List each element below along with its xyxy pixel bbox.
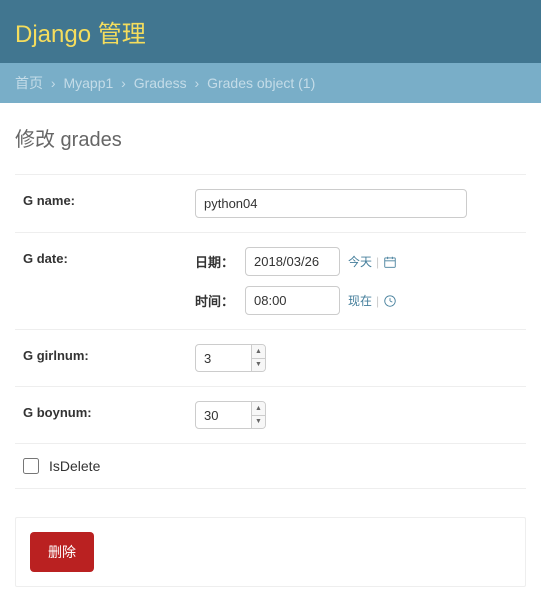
site-title: Django 管理: [15, 14, 526, 49]
label-isdelete[interactable]: IsDelete: [49, 458, 100, 474]
step-up-icon[interactable]: ▲: [252, 402, 265, 416]
step-up-icon[interactable]: ▲: [252, 345, 265, 359]
content: 修改 grades G name: G date: 日期： 今天 |: [0, 103, 541, 602]
stepper-ggirlnum: ▲ ▼: [195, 344, 266, 372]
step-down-icon[interactable]: ▼: [252, 359, 265, 372]
row-gboynum: G boynum: ▲ ▼: [15, 387, 526, 444]
breadcrumb-sep: ›: [195, 75, 200, 91]
admin-header: Django 管理: [0, 0, 541, 63]
label-gname: G name:: [23, 189, 195, 208]
row-gdate: G date: 日期： 今天 | 时间：: [15, 233, 526, 330]
label-gboynum: G boynum:: [23, 401, 195, 420]
breadcrumb-current: Grades object (1): [207, 75, 315, 91]
breadcrumb: 首页 › Myapp1 › Gradess › Grades object (1…: [0, 63, 541, 103]
input-date[interactable]: [245, 247, 340, 276]
input-time[interactable]: [245, 286, 340, 315]
label-ggirlnum: G girlnum:: [23, 344, 195, 363]
stepper-gboynum: ▲ ▼: [195, 401, 266, 429]
page-title: 修改 grades: [15, 123, 526, 152]
sublabel-date: 日期：: [195, 252, 237, 271]
label-gdate: G date:: [23, 247, 195, 266]
breadcrumb-sep: ›: [51, 75, 56, 91]
breadcrumb-app[interactable]: Myapp1: [63, 75, 113, 91]
breadcrumb-home[interactable]: 首页: [15, 75, 43, 91]
input-gboynum[interactable]: [196, 402, 251, 428]
breadcrumb-model[interactable]: Gradess: [134, 75, 187, 91]
clock-icon[interactable]: [383, 294, 397, 308]
breadcrumb-sep: ›: [121, 75, 126, 91]
input-ggirlnum[interactable]: [196, 345, 251, 371]
link-now[interactable]: 现在: [348, 292, 372, 309]
row-gname: G name:: [15, 174, 526, 233]
row-ggirlnum: G girlnum: ▲ ▼: [15, 330, 526, 387]
sublabel-time: 时间：: [195, 291, 237, 310]
calendar-icon[interactable]: [383, 255, 397, 269]
checkbox-isdelete[interactable]: [23, 458, 39, 474]
input-gname[interactable]: [195, 189, 467, 218]
link-today[interactable]: 今天: [348, 253, 372, 270]
row-isdelete: IsDelete: [15, 444, 526, 489]
step-down-icon[interactable]: ▼: [252, 416, 265, 429]
delete-button[interactable]: 删除: [30, 532, 94, 572]
delete-section: 删除: [15, 517, 526, 587]
